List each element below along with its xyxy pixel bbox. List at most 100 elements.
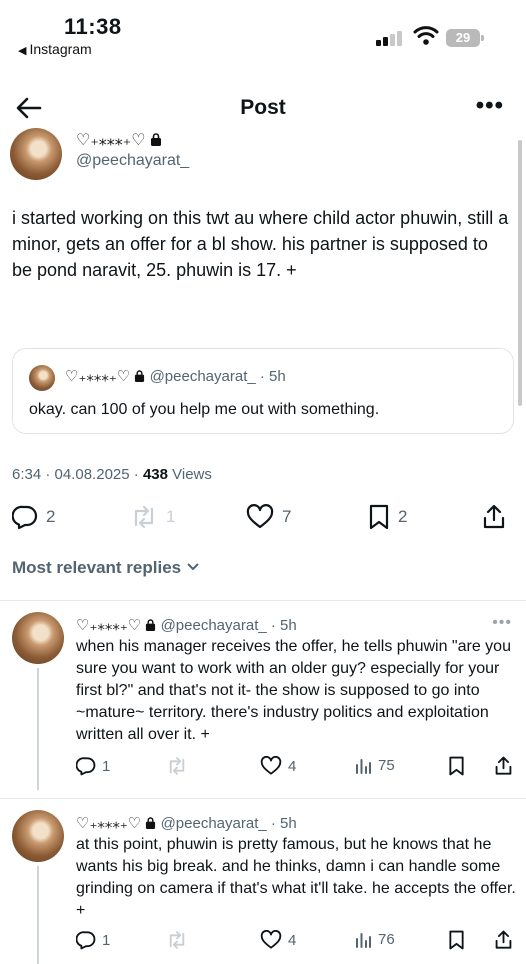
reply-text: when his manager receives the offer, he … bbox=[76, 638, 511, 743]
bookmark-button[interactable]: 2 bbox=[368, 500, 407, 534]
page-title: Post bbox=[240, 96, 286, 119]
reply-header: ♡₊⁎⁎⁎₊♡ @peechayarat_ · 5h bbox=[76, 814, 297, 832]
like-count: 4 bbox=[288, 757, 297, 775]
quote-display-name: ♡₊⁎⁎⁎₊♡ bbox=[65, 368, 131, 385]
views-button[interactable]: 76 bbox=[354, 930, 395, 948]
reply-item[interactable]: ♡₊⁎⁎⁎₊♡ @peechayarat_ · 5h at this point… bbox=[0, 810, 526, 964]
repost-icon bbox=[134, 505, 154, 529]
like-button[interactable]: 4 bbox=[260, 756, 296, 776]
like-button[interactable]: 7 bbox=[246, 500, 291, 534]
lock-icon bbox=[135, 370, 145, 382]
reply-button[interactable]: 1 bbox=[76, 930, 110, 950]
repost-button[interactable]: 1 bbox=[130, 500, 175, 534]
reply-icon bbox=[76, 931, 96, 950]
reply-button[interactable]: 1 bbox=[76, 756, 110, 776]
like-icon bbox=[260, 756, 282, 775]
quote-text: okay. can 100 of you help me out with so… bbox=[29, 401, 380, 418]
thread-line bbox=[37, 866, 39, 964]
scrollbar[interactable] bbox=[518, 140, 522, 406]
reply-actions: 1 4 76 bbox=[76, 930, 516, 954]
reply-count: 1 bbox=[102, 931, 111, 949]
replies-sort-dropdown[interactable]: Most relevant replies bbox=[12, 558, 200, 578]
views-count: 76 bbox=[378, 930, 395, 948]
avatar[interactable] bbox=[10, 128, 62, 180]
share-button[interactable] bbox=[482, 500, 514, 534]
views-count: 75 bbox=[378, 756, 395, 774]
repost-button[interactable] bbox=[166, 930, 194, 950]
battery-icon: 29 bbox=[446, 29, 484, 47]
like-count: 7 bbox=[282, 507, 292, 526]
avatar[interactable] bbox=[12, 612, 64, 664]
reply-count: 2 bbox=[46, 507, 56, 526]
lock-icon bbox=[146, 817, 156, 829]
reply-handle: @peechayarat_ bbox=[160, 617, 267, 634]
status-time: 11:38 bbox=[64, 14, 122, 39]
author-display-name[interactable]: ♡₊⁎⁎⁎₊♡ bbox=[76, 130, 162, 150]
quoted-post[interactable]: ♡₊⁎⁎⁎₊♡ @peechayarat_ · 5h okay. can 100… bbox=[12, 348, 514, 434]
reply-display-name: ♡₊⁎⁎⁎₊♡ bbox=[76, 815, 142, 832]
signal-icon bbox=[376, 30, 406, 46]
reply-icon bbox=[12, 505, 38, 530]
quote-handle: @peechayarat_ bbox=[149, 368, 256, 385]
bookmark-icon bbox=[369, 504, 389, 530]
views-icon bbox=[356, 933, 371, 948]
like-button[interactable]: 4 bbox=[260, 930, 296, 950]
bookmark-count: 2 bbox=[398, 507, 408, 526]
views-button[interactable]: 75 bbox=[354, 756, 395, 774]
reply-handle: @peechayarat_ bbox=[160, 815, 267, 832]
repost-count: 1 bbox=[166, 507, 176, 526]
views-count: 438 bbox=[142, 466, 168, 483]
share-icon bbox=[495, 756, 512, 775]
avatar[interactable] bbox=[12, 810, 64, 862]
bookmark-button[interactable] bbox=[448, 930, 471, 950]
quote-time: · 5h bbox=[259, 368, 286, 385]
reply-item[interactable]: ♡₊⁎⁎⁎₊♡ @peechayarat_ · 5h ••• when his … bbox=[0, 612, 526, 790]
post-timestamp: 6:34 · 04.08.2025 · bbox=[12, 466, 143, 483]
reply-actions: 1 4 75 bbox=[76, 756, 516, 780]
post-text: i started working on this twt au where c… bbox=[12, 208, 509, 280]
bookmark-icon bbox=[449, 756, 464, 776]
quote-header: ♡₊⁎⁎⁎₊♡ @peechayarat_ · 5h bbox=[65, 367, 286, 385]
views-icon bbox=[356, 759, 371, 774]
divider bbox=[0, 600, 526, 601]
repost-button[interactable] bbox=[166, 756, 194, 776]
reply-time: · 5h bbox=[270, 815, 297, 832]
back-to-app-link[interactable]: ◀ Instagram bbox=[18, 41, 92, 57]
bookmark-icon bbox=[449, 930, 464, 950]
reply-icon bbox=[76, 757, 96, 776]
views-label: Views bbox=[167, 466, 212, 483]
author-handle[interactable]: @peechayarat_ bbox=[76, 152, 189, 170]
reply-display-name: ♡₊⁎⁎⁎₊♡ bbox=[76, 617, 142, 634]
more-icon[interactable]: ••• bbox=[492, 614, 512, 632]
reply-count: 1 bbox=[102, 757, 111, 775]
share-icon bbox=[483, 504, 505, 529]
back-app-label: Instagram bbox=[29, 41, 92, 57]
reply-header: ♡₊⁎⁎⁎₊♡ @peechayarat_ · 5h bbox=[76, 616, 297, 634]
lock-icon bbox=[151, 133, 162, 146]
post-meta: 6:34 · 04.08.2025 · 438 Views bbox=[12, 466, 212, 483]
post-actions: 2 1 7 2 bbox=[0, 500, 526, 536]
bookmark-button[interactable] bbox=[448, 756, 471, 776]
like-icon bbox=[246, 504, 274, 529]
top-nav: Post ••• bbox=[0, 86, 526, 130]
share-icon bbox=[495, 930, 512, 949]
share-button[interactable] bbox=[494, 756, 519, 776]
repost-icon bbox=[169, 757, 185, 775]
more-icon[interactable]: ••• bbox=[476, 92, 504, 120]
quote-avatar bbox=[29, 365, 55, 391]
reply-time: · 5h bbox=[270, 617, 297, 634]
divider bbox=[0, 798, 526, 799]
author-name-text: ♡₊⁎⁎⁎₊♡ bbox=[76, 132, 146, 149]
replies-sort-label: Most relevant replies bbox=[12, 558, 182, 577]
like-count: 4 bbox=[288, 931, 297, 949]
repost-icon bbox=[169, 931, 185, 949]
thread-line bbox=[37, 668, 39, 790]
wifi-icon bbox=[413, 26, 439, 45]
reply-button[interactable]: 2 bbox=[12, 500, 55, 534]
back-triangle-icon: ◀ bbox=[18, 45, 27, 57]
reply-text: at this point, phuwin is pretty famous, … bbox=[76, 836, 516, 919]
share-button[interactable] bbox=[494, 930, 519, 950]
status-bar: 11:38 ◀ Instagram 29 bbox=[0, 0, 526, 62]
lock-icon bbox=[146, 619, 156, 631]
like-icon bbox=[260, 930, 282, 949]
